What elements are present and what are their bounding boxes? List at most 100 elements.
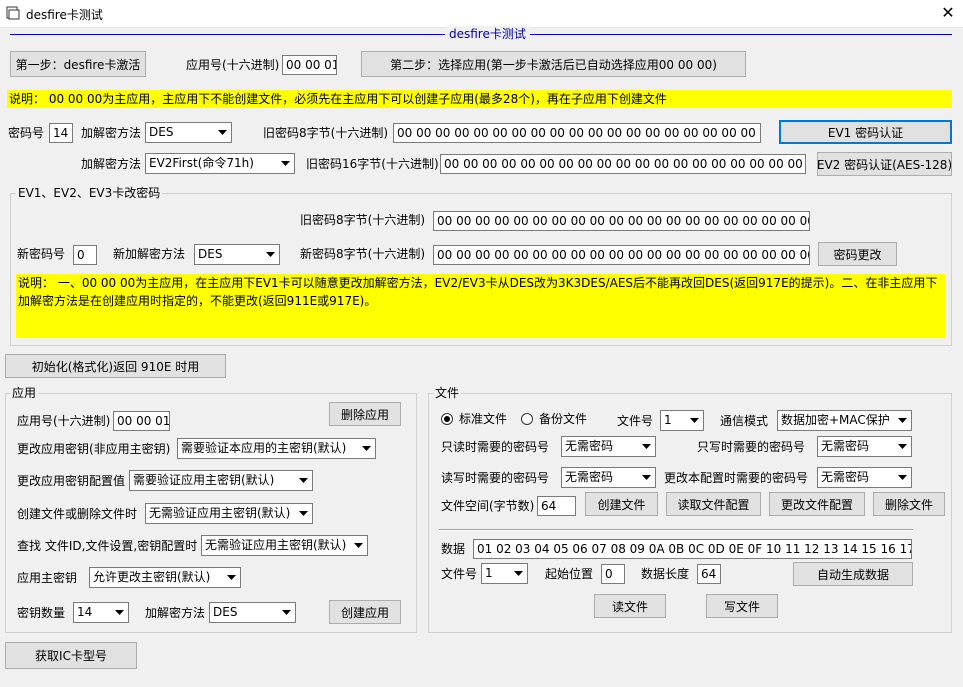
old-key8-label: 旧密码8字节(十六进制)	[263, 126, 388, 140]
delete-app-button[interactable]: 删除应用	[329, 402, 401, 426]
new-enc-select[interactable]: DES	[194, 244, 280, 265]
write-file-button[interactable]: 写文件	[706, 594, 778, 618]
std-file-label: 标准文件	[459, 412, 508, 426]
format-button[interactable]: 初始化(格式化)返回 910E 时用	[5, 354, 226, 378]
app-aid-label: 应用号(十六进制)	[17, 414, 111, 428]
key-no-input[interactable]: 14	[49, 123, 73, 143]
key-count-label: 密钥数量	[17, 606, 66, 620]
chevron-down-icon	[214, 123, 231, 142]
chevron-down-icon	[223, 568, 240, 587]
master-key-select[interactable]: 允许更改主密钥(默认)	[89, 567, 241, 588]
ev2-auth-button[interactable]: EV2 密码认证(AES-128)	[817, 152, 952, 176]
chevron-down-icon	[278, 603, 295, 622]
change-key-group-title: EV1、EV2、EV3卡改密码	[16, 186, 163, 200]
file-no2-label: 文件号	[441, 567, 478, 581]
chevron-down-icon	[358, 439, 375, 458]
offset-input[interactable]: 0	[601, 564, 625, 584]
app-icon	[6, 6, 20, 20]
new-key-no-label: 新密码号	[17, 247, 66, 261]
note-main-app: 说明： 00 00 00为主应用，主应用下不能创建文件，必须先在主应用下可以创建…	[7, 90, 952, 108]
create-file-button[interactable]: 创建文件	[585, 492, 658, 516]
chevron-down-icon	[686, 411, 703, 430]
lookup-select[interactable]: 无需验证应用主密钥(默认)	[201, 535, 368, 556]
chevron-down-icon	[277, 154, 294, 173]
autogen-data-button[interactable]: 自动生成数据	[793, 562, 913, 586]
data-input[interactable]: 01 02 03 04 05 06 07 08 09 0A 0B 0C 0D 0…	[473, 539, 912, 559]
file-size-label: 文件空间(字节数)	[441, 499, 535, 513]
file-no-label: 文件号	[617, 414, 654, 428]
new-enc-label: 新加解密方法	[113, 247, 186, 261]
write-key-select[interactable]: 无需密码	[817, 436, 912, 457]
old-key8-input[interactable]: 00 00 00 00 00 00 00 00 00 00 00 00 00 0…	[393, 123, 761, 143]
enc-method2-select[interactable]: EV2First(命令71h)	[145, 153, 295, 174]
length-label: 数据长度	[641, 567, 690, 581]
enc-method-select[interactable]: DES	[145, 122, 232, 143]
close-icon[interactable]: ✕	[934, 2, 962, 24]
comm-mode-select[interactable]: 数据加密+MAC保护	[777, 410, 912, 431]
new-key-label: 新密码8字节(十六进制)	[300, 247, 425, 261]
comm-mode-label: 通信模式	[720, 414, 769, 428]
key-count-select[interactable]: 14	[73, 602, 129, 623]
file-divider	[439, 529, 913, 531]
key-no-label: 密码号	[8, 126, 45, 140]
change-app-key-select[interactable]: 需要验证本应用的主密钥(默认)	[177, 438, 376, 459]
aid-label: 应用号(十六进制)	[186, 58, 280, 72]
ev1-auth-button[interactable]: EV1 密码认证	[779, 120, 952, 144]
chevron-down-icon	[894, 437, 911, 456]
delete-file-button[interactable]: 删除文件	[873, 492, 945, 516]
change-cfg-key-label: 更改本配置时需要的密码号	[664, 471, 809, 485]
new-key-no-input[interactable]: 0	[73, 245, 97, 265]
std-file-radio[interactable]	[441, 413, 453, 425]
lookup-label: 查找 文件ID,文件设置,密钥配置时	[17, 539, 198, 553]
read-key-label: 只读时需要的密码号	[441, 440, 550, 454]
chevron-down-icon	[894, 468, 911, 487]
app-enc-select[interactable]: DES	[209, 602, 296, 623]
read-file-button[interactable]: 读文件	[594, 594, 666, 618]
chevron-down-icon	[894, 411, 911, 430]
read-key-select[interactable]: 无需密码	[561, 436, 656, 457]
activate-card-button[interactable]: 第一步：desfire卡激活	[10, 51, 146, 77]
file-no2-select[interactable]: 1	[481, 563, 528, 584]
app-group-title: 应用	[10, 386, 39, 400]
enc-method2-label: 加解密方法	[81, 157, 142, 171]
chevron-down-icon	[262, 245, 279, 264]
old-key16-label: 旧密码16字节(十六进制)	[306, 157, 439, 171]
header-label: desfire卡测试	[445, 26, 530, 42]
rw-key-select[interactable]: 无需密码	[561, 467, 656, 488]
note-change-key: 说明： 一、00 00 00为主应用，在主应用下EV1卡可以随意更改加解密方法，…	[16, 274, 945, 338]
change-app-key-label: 更改应用密钥(非应用主密钥)	[17, 442, 171, 456]
old-key16-input[interactable]: 00 00 00 00 00 00 00 00 00 00 00 00 00 0…	[440, 154, 806, 174]
app-aid-input[interactable]: 00 00 01	[113, 411, 170, 431]
get-card-type-button[interactable]: 获取IC卡型号	[5, 642, 137, 669]
create-app-button[interactable]: 创建应用	[329, 600, 401, 624]
aid-input[interactable]: 00 00 01	[282, 55, 337, 75]
change-old-key-input[interactable]: 00 00 00 00 00 00 00 00 00 00 00 00 00 0…	[433, 211, 810, 231]
chevron-down-icon	[638, 437, 655, 456]
change-config-label: 更改应用密钥配置值	[17, 474, 126, 488]
select-app-button[interactable]: 第二步：选择应用(第一步卡激活后已自动选择应用00 00 00)	[361, 51, 746, 77]
window-title: desfire卡测试	[26, 8, 103, 22]
chevron-down-icon	[111, 603, 128, 622]
new-key-input[interactable]: 00 00 00 00 00 00 00 00 00 00 00 00 00 0…	[433, 245, 810, 265]
change-key-button[interactable]: 密码更改	[818, 242, 897, 266]
change-cfg-key-select[interactable]: 无需密码	[817, 467, 912, 488]
file-size-input[interactable]: 64	[537, 496, 576, 516]
enc-method-label: 加解密方法	[81, 126, 142, 140]
read-file-config-button[interactable]: 读取文件配置	[666, 492, 761, 516]
offset-label: 起始位置	[545, 567, 594, 581]
change-file-config-button[interactable]: 更改文件配置	[769, 492, 865, 516]
file-no-select[interactable]: 1	[660, 410, 704, 431]
write-key-label: 只写时需要的密码号	[697, 440, 806, 454]
master-key-label: 应用主密钥	[17, 571, 78, 585]
app-enc-label: 加解密方法	[145, 606, 206, 620]
chevron-down-icon	[295, 504, 312, 523]
backup-file-radio[interactable]	[521, 413, 533, 425]
chevron-down-icon	[638, 468, 655, 487]
chevron-down-icon	[350, 536, 367, 555]
length-input[interactable]: 64	[697, 564, 721, 584]
data-label: 数据	[441, 542, 466, 556]
change-config-select[interactable]: 需要验证应用主密钥(默认)	[129, 470, 313, 491]
rw-key-label: 读写时需要的密码号	[441, 471, 550, 485]
create-del-select[interactable]: 无需验证应用主密钥(默认)	[145, 503, 313, 524]
file-group-title: 文件	[433, 386, 462, 400]
